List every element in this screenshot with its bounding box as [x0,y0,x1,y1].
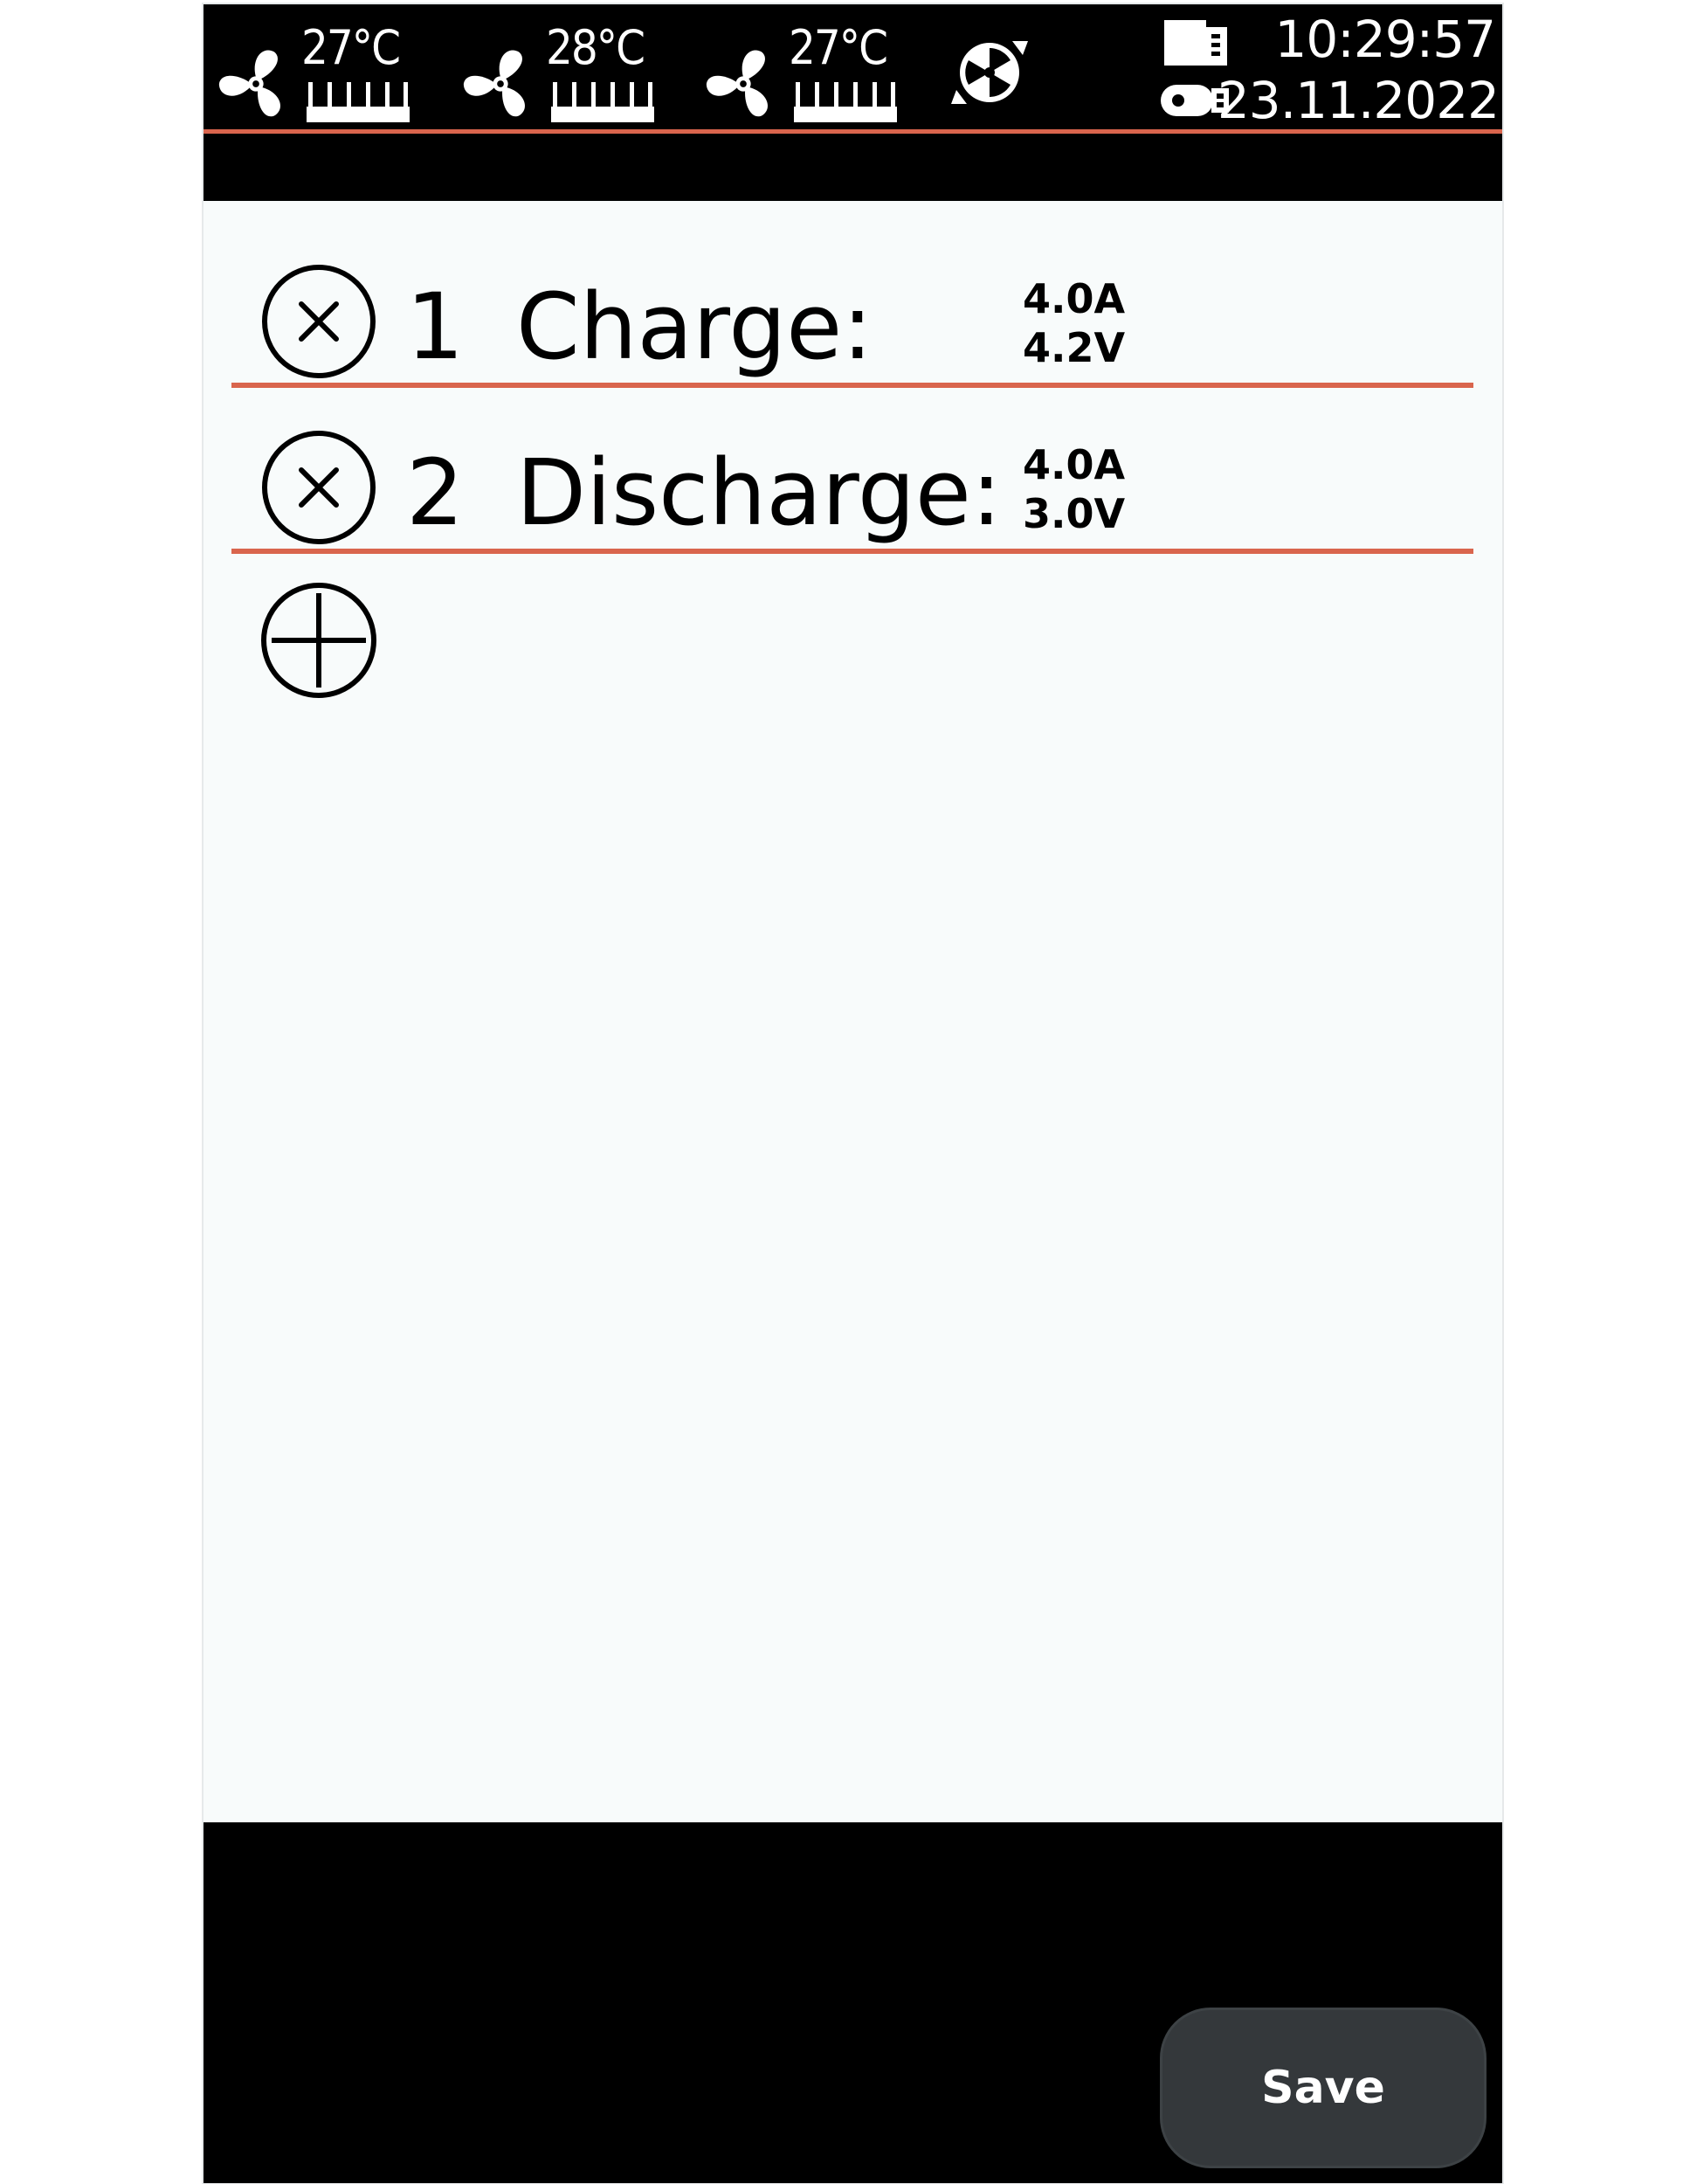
remove-circle-icon[interactable] [261,430,376,545]
device-screen: 27°C 28°C 27°C 10:29:57 23.11.2022 1 Cha… [203,4,1502,2183]
fan-icon [706,50,768,117]
footer-bar: Save [203,1822,1502,2183]
sensor-temperature: 28°C [546,20,645,75]
sensor-temperature: 27°C [301,20,401,75]
step-voltage: 3.0V [1023,490,1126,537]
fan-icon [218,50,280,117]
heatsink-icon [307,82,410,122]
step-row-2: 2 Discharge: 4.0A 3.0V [231,388,1473,554]
step-row-1: 1 Charge: 4.0A 4.2V [231,222,1473,388]
step-number: 2 [406,439,465,546]
heatsink-icon [551,82,654,122]
add-circle-icon[interactable] [259,581,378,700]
fan-icon [463,50,525,117]
sd-card-icon [1164,20,1227,66]
step-divider [231,549,1473,554]
heatsink-icon [794,82,897,122]
status-bar: 27°C 28°C 27°C 10:29:57 23.11.2022 [203,4,1502,201]
step-name[interactable]: Discharge: [516,440,1002,545]
remove-circle-icon[interactable] [261,264,376,379]
status-divider [203,129,1502,134]
step-name[interactable]: Charge: [516,274,873,379]
sensor-temperature: 27°C [789,20,888,75]
step-current: 4.0A [1023,441,1126,488]
step-number: 1 [406,273,465,380]
save-button[interactable]: Save [1160,2008,1487,2168]
clock-time: 10:29:57 [1274,10,1496,69]
rotating-disc-icon [951,41,1028,104]
step-voltage: 4.2V [1023,324,1126,371]
clock-date: 23.11.2022 [1217,71,1500,130]
step-current: 4.0A [1023,275,1126,322]
